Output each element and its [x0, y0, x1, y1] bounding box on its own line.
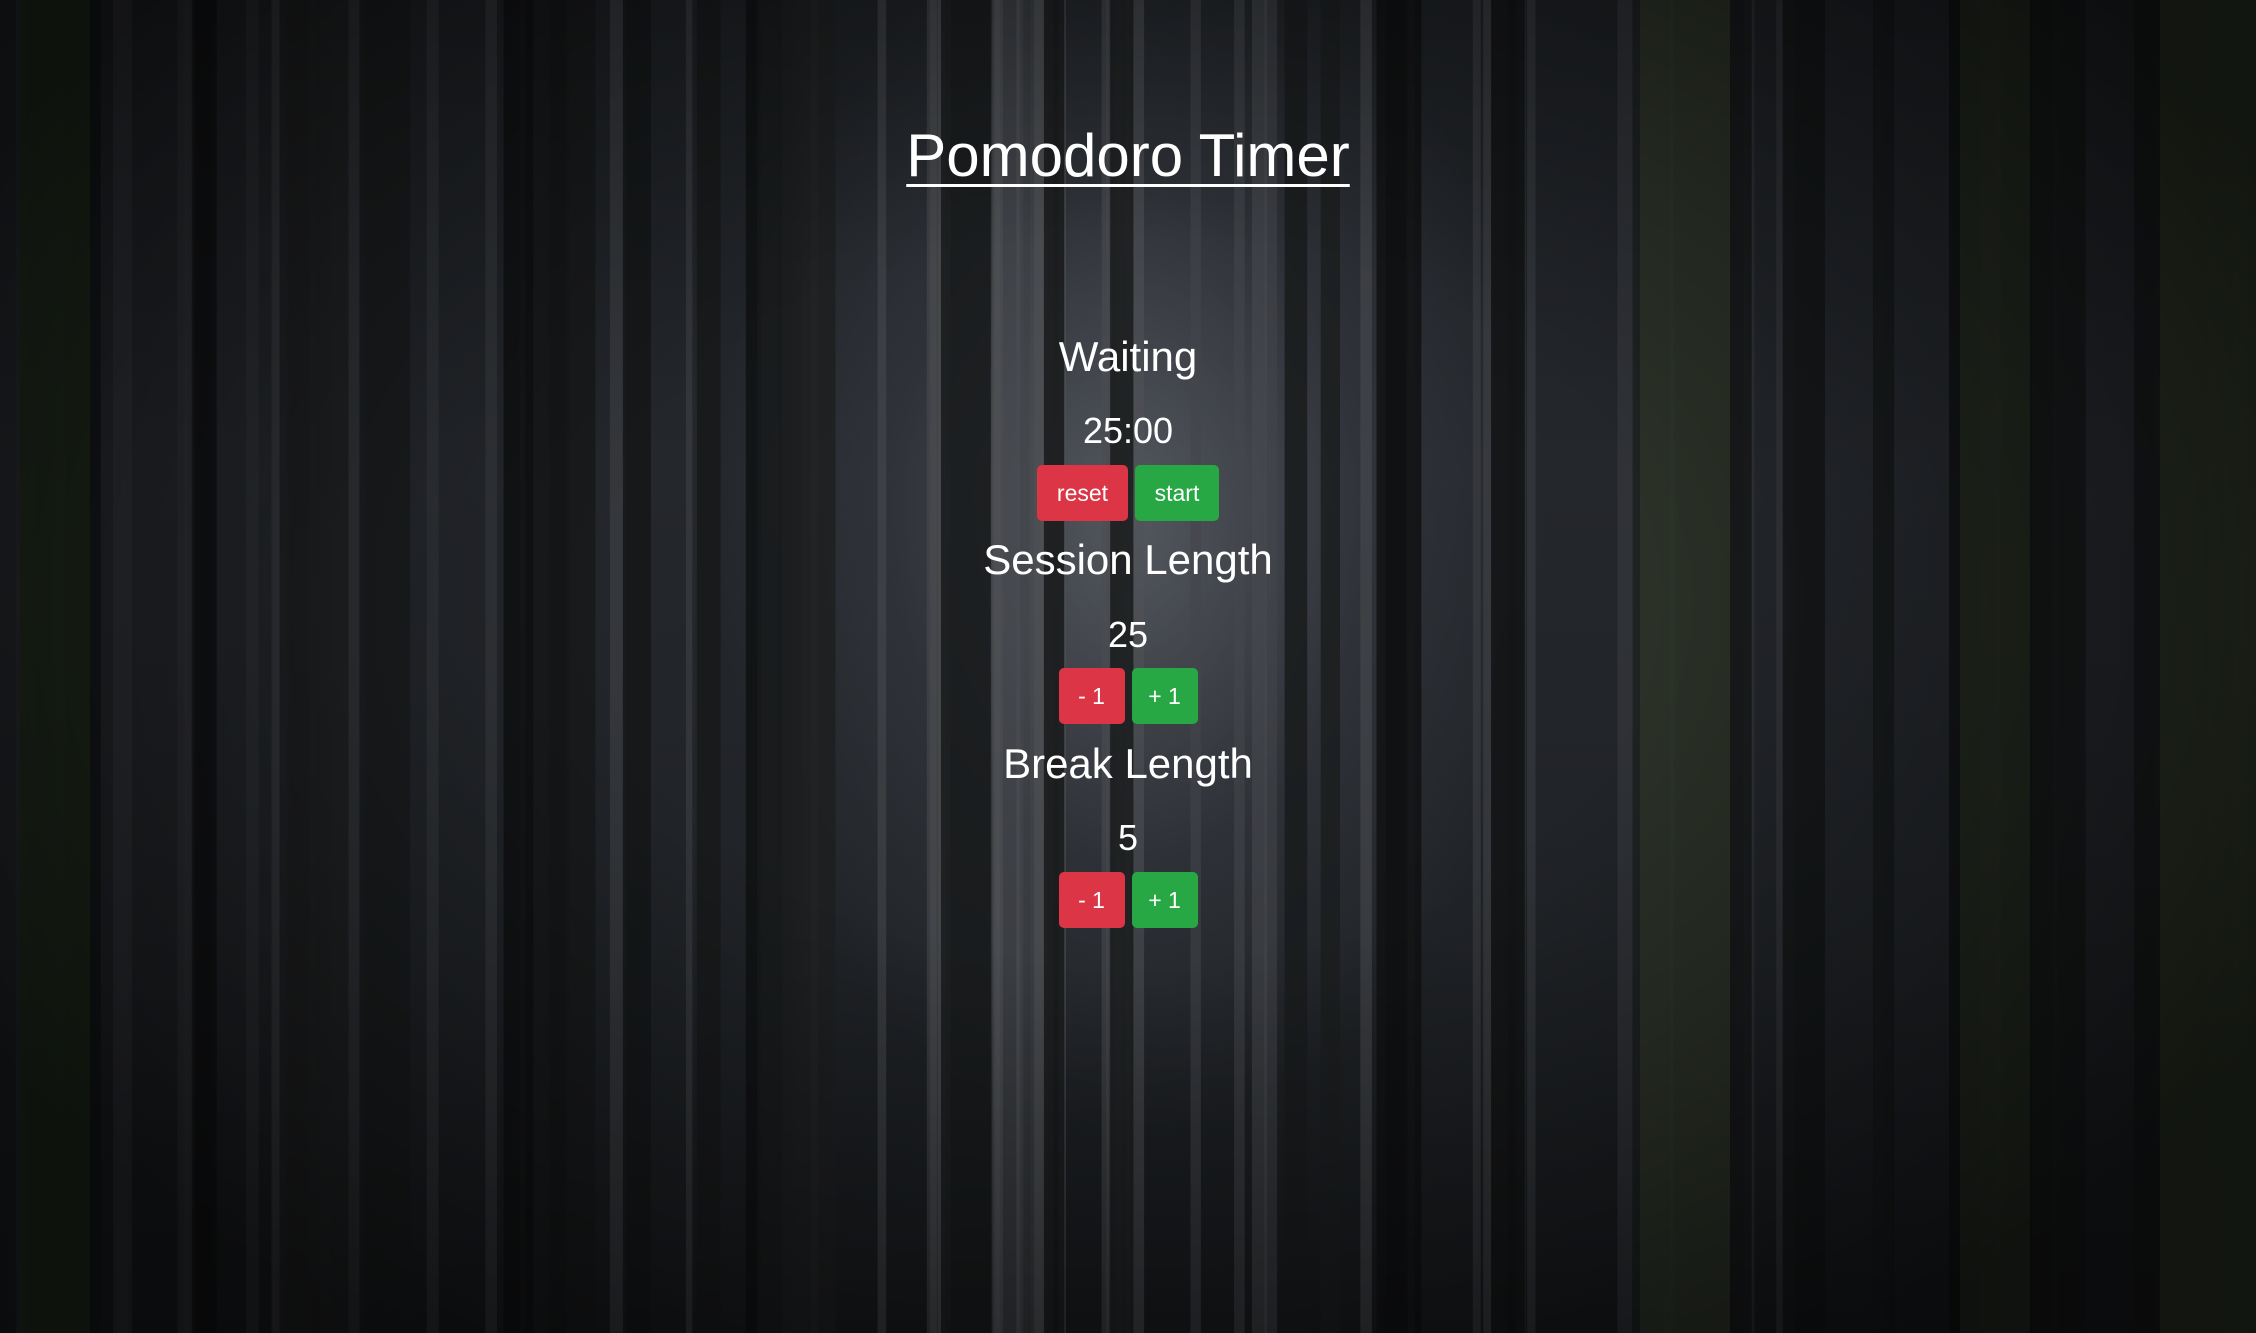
mossy-tree-trunk: [1960, 0, 2030, 1333]
foreground-tree-trunk: [1284, 0, 1308, 1333]
session-length-value: 25: [1107, 614, 1149, 655]
session-length-controls: - 1 + 1: [0, 668, 2256, 724]
timer-controls: reset start: [0, 465, 2256, 521]
foreground-tree-trunk: [1491, 0, 1525, 1333]
break-increment-button[interactable]: + 1: [1131, 872, 1198, 928]
foreground-tree-trunk: [359, 0, 411, 1333]
background-tree-trunk: [246, 0, 259, 1333]
foreground-tree-trunk: [319, 0, 349, 1333]
start-button[interactable]: start: [1135, 465, 1219, 521]
background-tree-trunk: [1617, 0, 1633, 1333]
background-tree-trunk: [1527, 0, 1536, 1333]
background-tree-trunk: [1360, 0, 1372, 1333]
break-length-controls: - 1 + 1: [0, 872, 2256, 928]
foreground-tree-trunk: [565, 0, 596, 1333]
timer-status: Waiting: [1058, 333, 1198, 380]
session-increment-button[interactable]: + 1: [1131, 668, 1198, 724]
background-tree-trunk: [993, 0, 1001, 1333]
foreground-tree-trunk: [1873, 0, 1895, 1333]
background-tree-trunk: [1234, 0, 1245, 1333]
break-length-value: 5: [1117, 817, 1139, 858]
background-tree-trunk: [1483, 0, 1491, 1333]
foreground-tree-trunk: [503, 0, 534, 1333]
background-tree-trunk: [1251, 0, 1267, 1333]
break-decrement-button[interactable]: - 1: [1058, 872, 1125, 928]
session-decrement-button[interactable]: - 1: [1058, 668, 1125, 724]
foreground-tree-trunk: [622, 0, 651, 1333]
foreground-tree-trunk: [1385, 0, 1422, 1333]
foreground-tree-trunk: [941, 0, 991, 1333]
session-length-label: Session Length: [983, 536, 1273, 583]
foreground-tree-trunk: [696, 0, 721, 1333]
background-tree-trunk: [877, 0, 887, 1333]
foreground-tree-trunk: [1782, 0, 1825, 1333]
foreground-tree-trunk: [1110, 0, 1134, 1333]
background-tree-trunk: [116, 0, 128, 1333]
forest-background-image: [15, 0, 2256, 1333]
foreground-tree-trunk: [1043, 0, 1065, 1333]
mossy-tree-trunk: [1640, 0, 1730, 1333]
foreground-tree-trunk: [194, 0, 217, 1333]
break-length-label: Break Length: [1003, 740, 1253, 787]
background-tree-trunk: [426, 0, 439, 1333]
page-root: Pomodoro Timer Waiting 25:00 reset start…: [0, 0, 2256, 1333]
page-title: Pomodoro Timer: [906, 122, 1350, 189]
foreground-tree-trunk: [2047, 0, 2086, 1333]
mossy-tree-trunk: [20, 0, 90, 1333]
background-tree-trunk: [1101, 0, 1109, 1333]
foreground-tree-trunk: [1320, 0, 1340, 1333]
reset-button[interactable]: reset: [1037, 465, 1128, 521]
background-tree-trunk: [685, 0, 693, 1333]
foreground-tree-trunk: [549, 0, 566, 1333]
foreground-tree-trunk: [279, 0, 310, 1333]
background-tree-trunk: [1190, 0, 1201, 1333]
timer-display: 25:00: [1082, 410, 1174, 451]
background-tree-trunk: [485, 0, 497, 1333]
foreground-tree-trunk: [782, 0, 836, 1333]
mossy-tree-trunk: [2160, 0, 2256, 1333]
background-tree-trunk: [1472, 0, 1481, 1333]
background-tree-trunk: [1001, 0, 1021, 1333]
